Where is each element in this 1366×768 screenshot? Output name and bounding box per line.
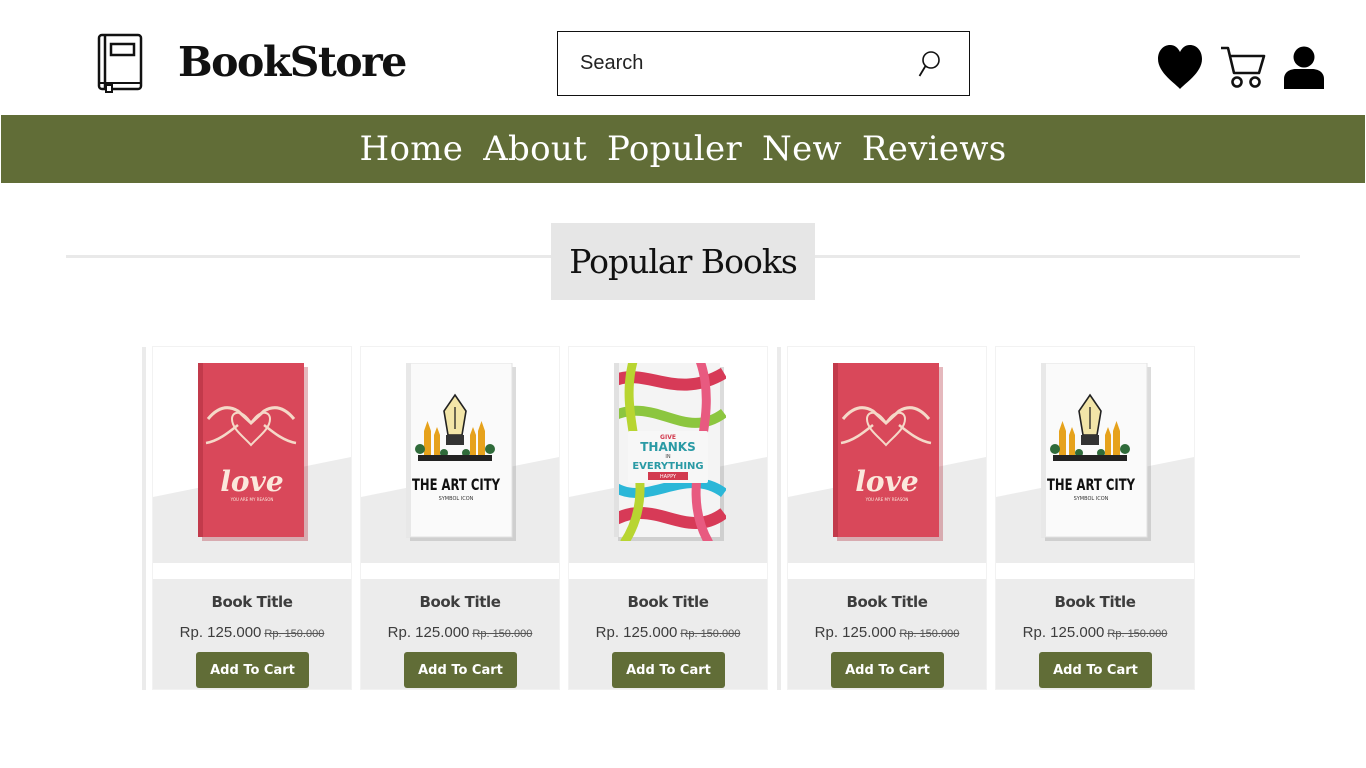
book-price: Rp. 125.000 [814,624,897,641]
cover-tagline: YOU ARE MY REASON [865,497,909,502]
add-to-cart-button[interactable]: Add To Cart [1039,652,1152,688]
book-price: Rp. 125.000 [595,624,678,641]
cover-name: THE ART CITY [412,475,500,494]
art-city-cover: THE ART CITY SYMBOL ICON [406,363,516,541]
cover-tagline: YOU ARE MY REASON [230,497,274,502]
book-old-price: Rp. 150.000 [264,628,325,640]
book-card[interactable]: love YOU ARE MY REASON Book Title Rp. 12… [787,346,987,690]
cover-word: love [220,465,283,498]
book-info: Book Title Rp. 125.000 Rp. 150.000 Add To… [361,579,559,689]
book-title[interactable]: Book Title [996,593,1194,611]
book-old-price: Rp. 150.000 [680,628,741,640]
thanks-cover: GIVE THANKS IN EVERYTHING HAPPY [614,363,726,541]
book-cover-image[interactable]: love YOU ARE MY REASON [153,347,351,563]
carousel-divider [777,347,781,690]
nav-new[interactable]: New [762,129,842,169]
add-to-cart-button[interactable]: Add To Cart [404,652,517,688]
book-title[interactable]: Book Title [153,593,351,611]
book-title[interactable]: Book Title [569,593,767,611]
book-title[interactable]: Book Title [788,593,986,611]
book-old-price: Rp. 150.000 [472,628,533,640]
add-to-cart-button[interactable]: Add To Cart [196,652,309,688]
book-card[interactable]: GIVE THANKS IN EVERYTHING HAPPY Book Tit… [568,346,768,690]
cover-sub: SYMBOL ICON [1074,496,1109,502]
nav-about[interactable]: About [483,129,587,169]
search-input[interactable] [580,32,900,94]
cover-word: love [855,465,918,498]
add-to-cart-button[interactable]: Add To Cart [831,652,944,688]
cover-line5: HAPPY [660,474,677,480]
nav-populer[interactable]: Populer [607,129,742,169]
love-cover: love YOU ARE MY REASON [198,363,308,541]
book-title[interactable]: Book Title [361,593,559,611]
book-price: Rp. 125.000 [1022,624,1105,641]
book-card[interactable]: THE ART CITY SYMBOL ICON Book Title Rp. … [995,346,1195,690]
book-cover-image[interactable]: GIVE THANKS IN EVERYTHING HAPPY [569,347,767,563]
user-icon[interactable] [1282,46,1326,89]
search-icon[interactable] [918,50,942,78]
book-info: Book Title Rp. 125.000 Rp. 150.000 Add To… [569,579,767,689]
cover-line2: THANKS [640,440,696,454]
book-card[interactable]: love YOU ARE MY REASON Book Title Rp. 12… [152,346,352,690]
cover-line3: IN [665,454,670,460]
art-city-cover: THE ART CITY SYMBOL ICON [1041,363,1151,541]
price-row: Rp. 125.000 Rp. 150.000 [569,624,767,642]
add-to-cart-button[interactable]: Add To Cart [612,652,725,688]
price-row: Rp. 125.000 Rp. 150.000 [361,624,559,642]
section-title: Popular Books [551,223,815,300]
book-card[interactable]: THE ART CITY SYMBOL ICON Book Title Rp. … [360,346,560,690]
love-cover: love YOU ARE MY REASON [833,363,943,541]
nav-home[interactable]: Home [360,129,464,169]
cart-icon[interactable] [1219,45,1267,89]
search-bar[interactable] [557,31,970,96]
book-icon [97,33,143,93]
book-price: Rp. 125.000 [179,624,262,641]
book-price: Rp. 125.000 [387,624,470,641]
book-cover-image[interactable]: THE ART CITY SYMBOL ICON [361,347,559,563]
book-info: Book Title Rp. 125.000 Rp. 150.000 Add To… [788,579,986,689]
nav-reviews[interactable]: Reviews [862,129,1007,169]
price-row: Rp. 125.000 Rp. 150.000 [788,624,986,642]
book-info: Book Title Rp. 125.000 Rp. 150.000 Add To… [996,579,1194,689]
cover-sub: SYMBOL ICON [439,496,474,502]
book-old-price: Rp. 150.000 [899,628,960,640]
main-nav: Home About Populer New Reviews [1,115,1365,183]
cover-line4: EVERYTHING [632,461,703,472]
heart-icon[interactable] [1156,44,1204,90]
cover-name: THE ART CITY [1047,475,1135,494]
brand-name[interactable]: BookStore [178,38,407,86]
book-cover-image[interactable]: love YOU ARE MY REASON [788,347,986,563]
carousel-edge-left [142,347,146,690]
price-row: Rp. 125.000 Rp. 150.000 [153,624,351,642]
book-cover-image[interactable]: THE ART CITY SYMBOL ICON [996,347,1194,563]
price-row: Rp. 125.000 Rp. 150.000 [996,624,1194,642]
book-info: Book Title Rp. 125.000 Rp. 150.000 Add To… [153,579,351,689]
book-old-price: Rp. 150.000 [1107,628,1168,640]
